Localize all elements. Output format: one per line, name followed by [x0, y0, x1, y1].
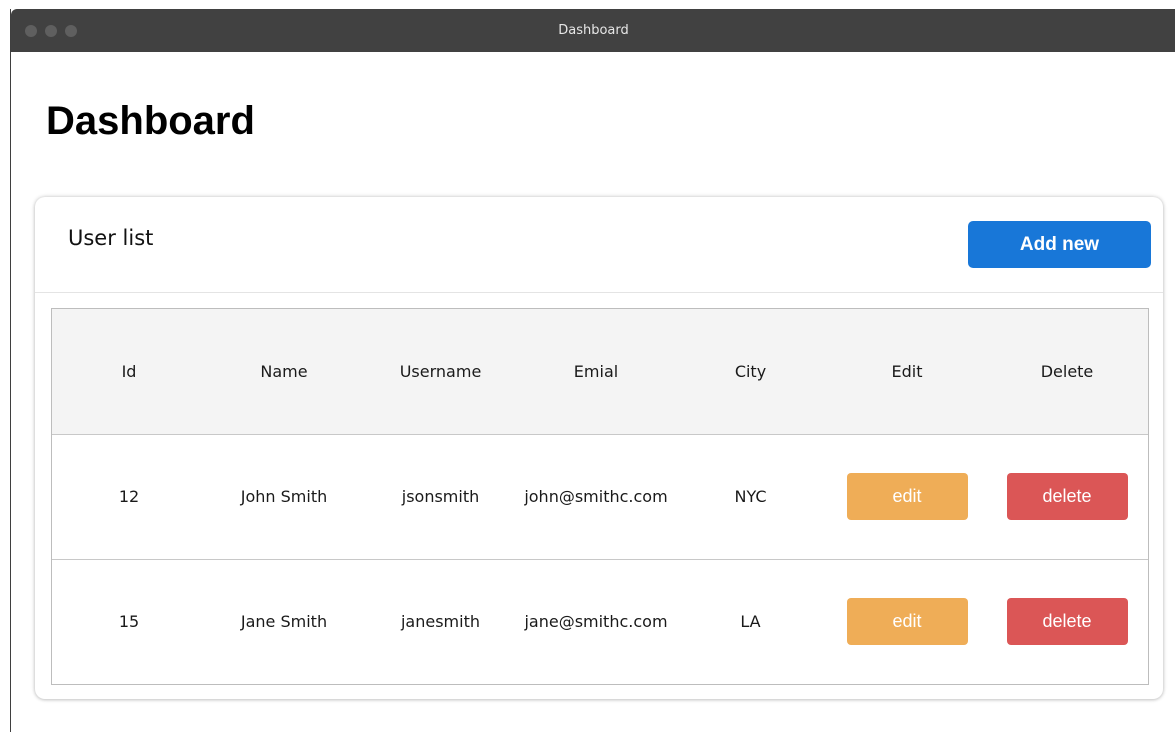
table-row: 15 Jane Smith janesmith jane@smithc.com … — [52, 559, 1148, 683]
cell-city: LA — [740, 611, 761, 631]
cell-username: jsonsmith — [401, 487, 480, 506]
column-header-delete: Delete — [1040, 361, 1094, 381]
add-new-button[interactable]: Add new — [968, 221, 1151, 268]
cell-email: jane@smithc.com — [524, 611, 668, 631]
cell-city: NYC — [734, 487, 767, 506]
window-titlebar[interactable]: Dashboard — [11, 9, 1175, 52]
column-header-edit: Edit — [891, 361, 923, 381]
edit-button[interactable]: edit — [846, 597, 968, 645]
delete-button[interactable]: delete — [1006, 473, 1128, 520]
column-header-username: Username — [399, 361, 482, 381]
user-table: Id Name Username Emial City Edit Delete … — [52, 309, 1148, 683]
delete-button[interactable]: delete — [1006, 597, 1128, 645]
cell-edit: edit — [828, 559, 986, 683]
app-window: Dashboard Dashboard User list Add new Id… — [10, 9, 1175, 732]
cell-id: 15 — [118, 611, 140, 631]
edit-button[interactable]: edit — [846, 473, 968, 520]
user-table-container: Id Name Username Emial City Edit Delete … — [51, 308, 1149, 685]
cell-delete: delete — [986, 559, 1148, 683]
cell-username: janesmith — [400, 611, 480, 631]
window-title: Dashboard — [558, 23, 629, 38]
column-header-email: Emial — [573, 361, 619, 381]
user-list-card: User list Add new Id Name Username Emial… — [35, 197, 1163, 699]
cell-email: john@smithc.com — [524, 487, 668, 506]
table-header-row: Id Name Username Emial City Edit Delete — [52, 309, 1148, 434]
cell-id: 12 — [118, 487, 140, 506]
cell-edit: edit — [828, 434, 986, 559]
cell-name: Jane Smith — [240, 611, 328, 631]
card-title: User list — [68, 226, 154, 250]
page-title: Dashboard — [46, 99, 255, 143]
column-header-name: Name — [260, 361, 308, 381]
column-header-city: City — [734, 361, 767, 381]
table-row: 12 John Smith jsonsmith john@smithc.com … — [52, 434, 1148, 559]
cell-delete: delete — [986, 434, 1148, 559]
column-header-id: Id — [121, 361, 137, 381]
cell-name: John Smith — [240, 487, 328, 506]
card-header: User list Add new — [35, 197, 1163, 293]
